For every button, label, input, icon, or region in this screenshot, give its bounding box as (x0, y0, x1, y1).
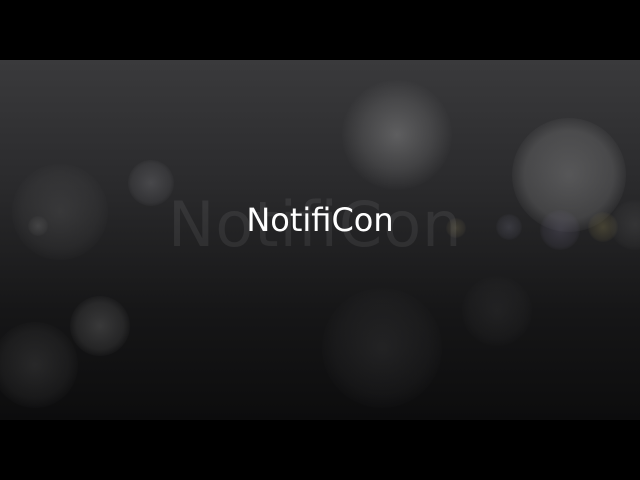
bokeh-light (342, 80, 452, 190)
letterbox-bottom (0, 420, 640, 480)
bokeh-light (462, 276, 532, 346)
bokeh-light (0, 322, 78, 408)
bokeh-light (70, 296, 130, 356)
letterbox-top (0, 0, 640, 60)
bokeh-background: NotifiCon NotifiCon (0, 60, 640, 420)
title-text: NotifiCon (246, 201, 394, 239)
bokeh-light (322, 288, 442, 408)
video-frame: NotifiCon NotifiCon (0, 0, 640, 480)
